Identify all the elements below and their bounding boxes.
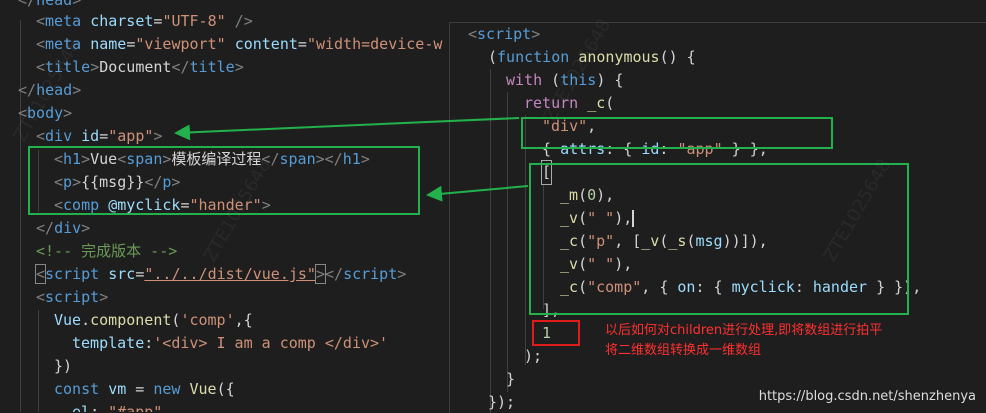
arrow-to-children <box>426 185 529 202</box>
arrow-to-div <box>174 117 520 141</box>
footer-url: https://blog.csdn.net/shenzhenya <box>758 389 976 404</box>
annotation-arrows <box>174 117 529 202</box>
